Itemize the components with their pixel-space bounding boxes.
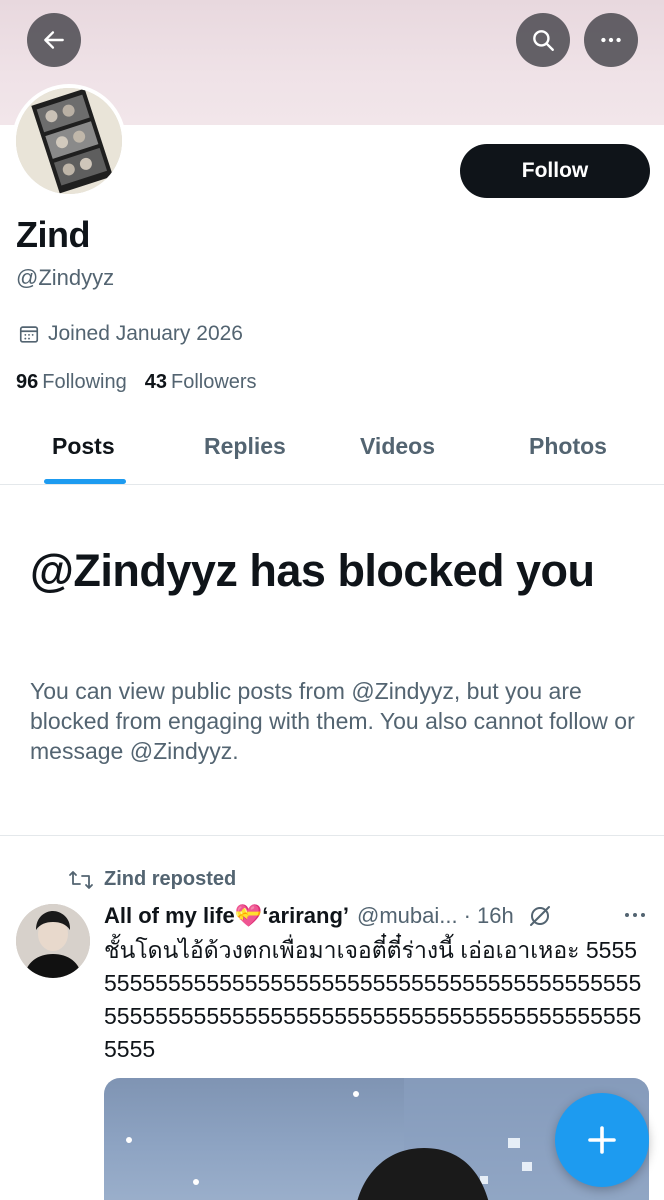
joined-date: Joined January 2026	[18, 322, 243, 346]
arrow-left-icon	[44, 31, 64, 49]
back-button[interactable]	[27, 13, 81, 67]
post-text: ชั้นโดนไอ้ด้วงตกเพื่อมาเจอตี๋ตี๋ร่างนี้ …	[104, 937, 642, 1062]
more-horizontal-icon	[601, 37, 621, 43]
post-header: All of my life💝‘arirang’ @mubai... · 16h	[104, 900, 654, 932]
following-count: 96	[16, 371, 39, 393]
post-author-name[interactable]: All of my life💝‘arirang’	[104, 903, 349, 929]
profile-handle: @Zindyyz	[16, 265, 115, 290]
more-options-button[interactable]	[584, 13, 638, 67]
followers-stat[interactable]: 43 Followers	[145, 371, 257, 394]
tab-replies[interactable]: Replies	[204, 433, 286, 460]
tab-posts[interactable]: Posts	[52, 433, 115, 460]
joined-label: Joined January 2026	[48, 322, 243, 345]
followers-label: Followers	[170, 371, 257, 393]
plus-icon	[588, 1126, 616, 1154]
follow-button[interactable]: Follow	[460, 144, 650, 198]
blocked-description: You can view public posts from @Zindyyz,…	[30, 678, 635, 764]
profile-name: Zind	[16, 214, 90, 255]
following-stat[interactable]: 96 Following	[16, 371, 127, 394]
avatar-image	[16, 88, 122, 194]
compose-button[interactable]	[555, 1093, 649, 1187]
follow-stats: 96 Following 43 Followers	[16, 371, 257, 394]
tab-videos[interactable]: Videos	[360, 433, 435, 460]
profile-avatar[interactable]	[12, 84, 126, 198]
search-icon	[533, 30, 554, 51]
post-timestamp[interactable]: · 16h	[464, 903, 514, 929]
post-more-icon[interactable]	[622, 903, 648, 927]
grok-icon[interactable]	[528, 904, 552, 928]
followers-count: 43	[144, 371, 167, 393]
calendar-icon	[19, 326, 39, 343]
tab-photos[interactable]: Photos	[529, 433, 607, 460]
post-author-avatar[interactable]	[16, 904, 90, 978]
repost-indicator: Zind reposted	[68, 868, 236, 891]
following-label: Following	[42, 371, 127, 393]
repost-label: Zind reposted	[104, 868, 237, 890]
divider	[0, 835, 664, 836]
blocked-title: @Zindyyz has blocked you	[30, 545, 595, 596]
profile-tabs: Posts Replies Videos Photos	[0, 415, 664, 485]
repost-icon	[69, 870, 93, 889]
search-button[interactable]	[516, 13, 570, 67]
active-tab-indicator	[44, 479, 126, 484]
post-author-handle[interactable]: @mubai...	[357, 903, 458, 929]
